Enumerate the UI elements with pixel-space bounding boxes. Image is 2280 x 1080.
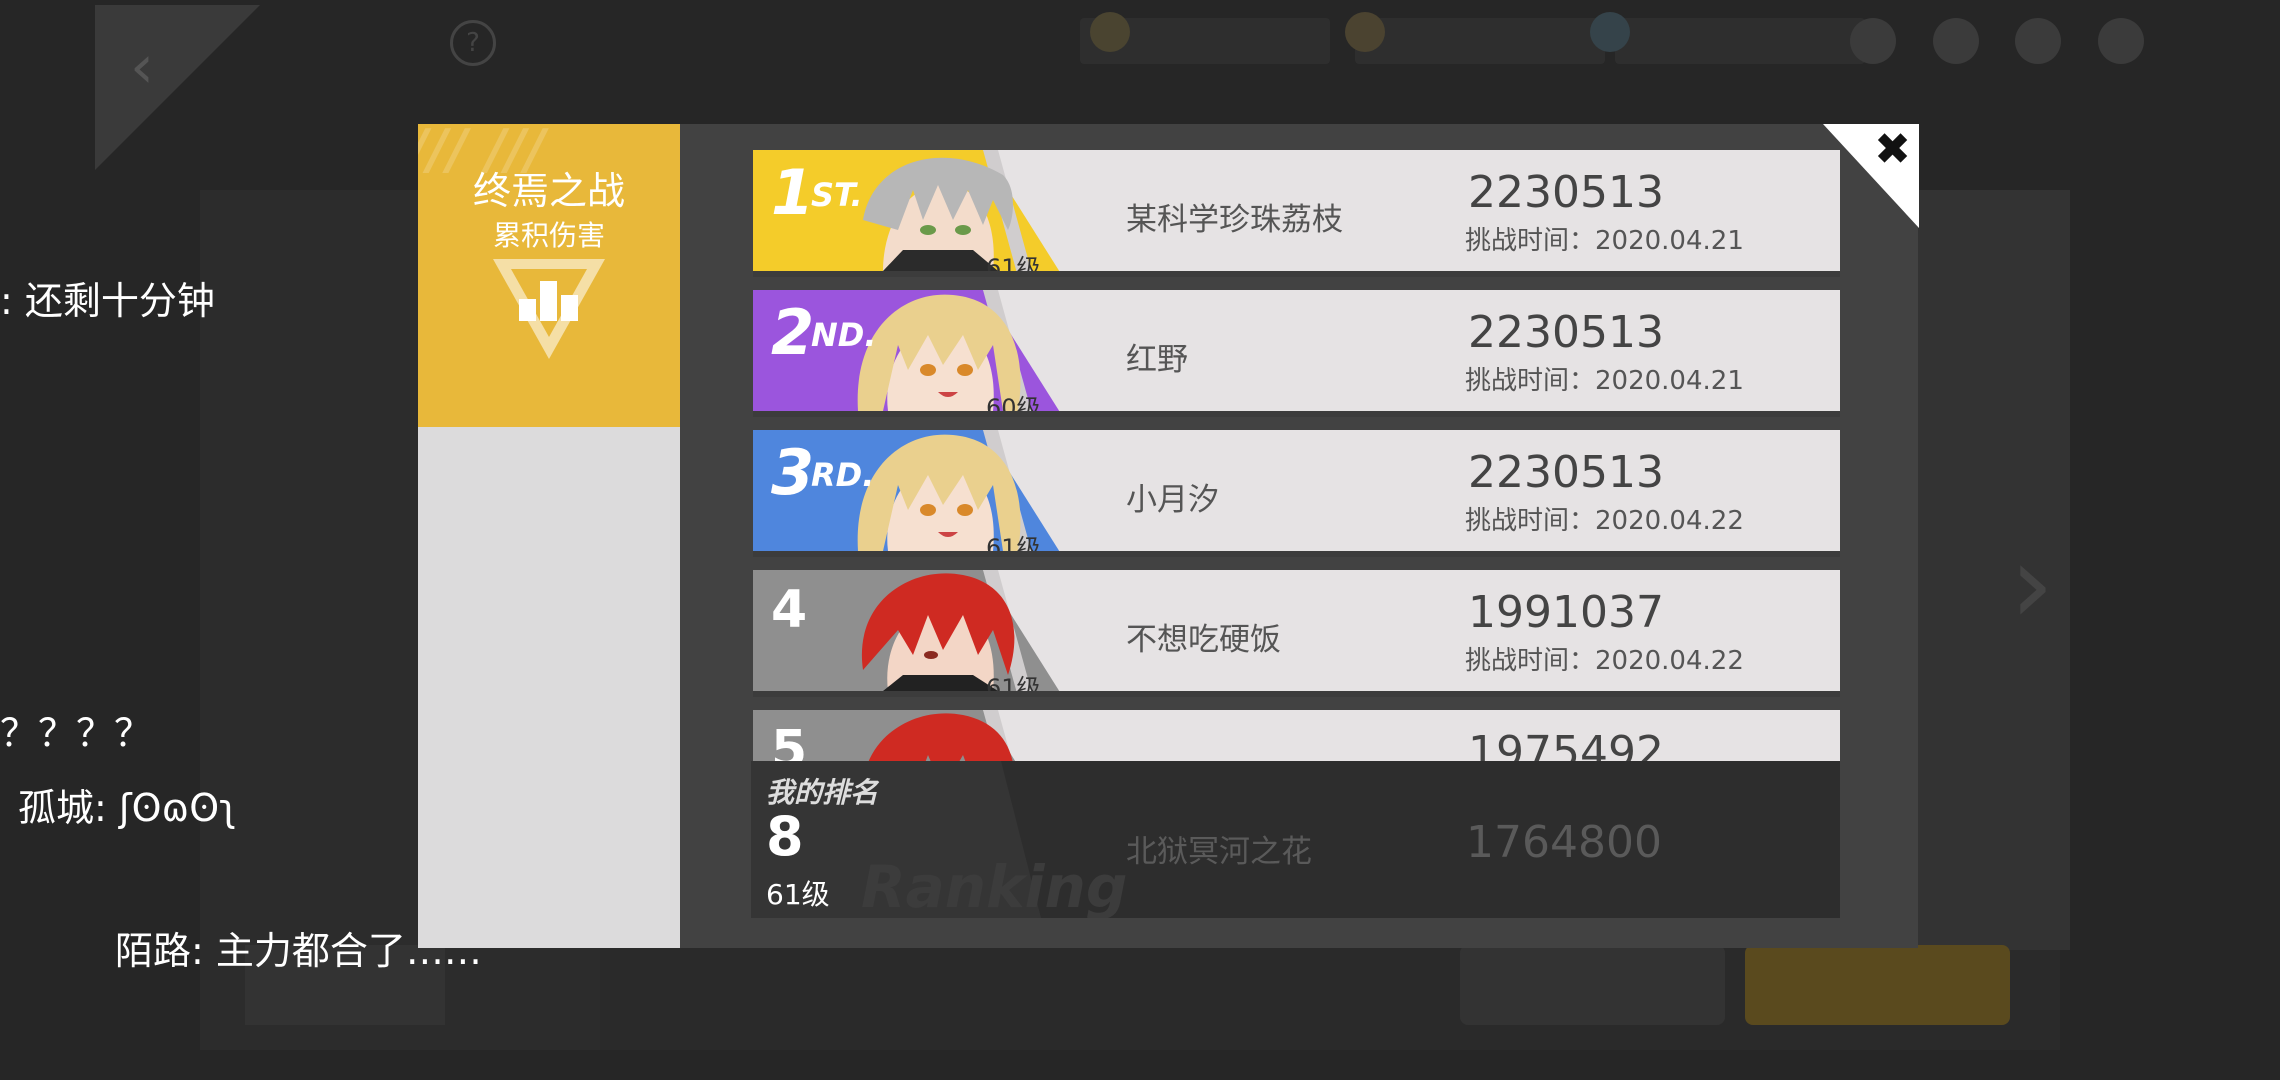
mode-subtitle: 累积伤害 [492,219,605,252]
ranking-list[interactable]: 1 ST. 61级 某科学珍珠荔枝 2230513 挑战时间：2020.04.2… [753,150,1840,773]
modal-sidebar: /// /// 终焉之战 累积伤害 [418,124,680,948]
menu-icon-2 [1933,18,1979,64]
player-name: 不想吃硬饭 [1126,622,1281,658]
ranking-row[interactable]: 2 ND. 60级 红野 2230513 挑战时间：2020.04.21 [753,290,1840,417]
back-button [95,5,260,170]
menu-icon-1 [1850,18,1896,64]
challenge-time: 挑战时间：2020.04.21 [1465,366,1744,396]
my-level: 61级 [766,878,830,911]
player-name: 小月汐 [1126,482,1219,518]
energy-icon [1345,12,1385,52]
ranking-row[interactable]: 3 RD. 61级 小月汐 2230513 挑战时间：2020.04.22 [753,430,1840,557]
rank-number: 4 [771,580,808,640]
damage-score: 1991037 [1468,587,1664,638]
ranking-row[interactable]: 1 ST. 61级 某科学珍珠荔枝 2230513 挑战时间：2020.04.2… [753,150,1840,277]
rank-suffix: ND. [811,316,877,354]
ranking-row[interactable]: 4 61级 不想吃硬饭 1991037 挑战时间：2020.04.22 [753,570,1840,697]
player-level: 60级 [986,394,1041,417]
chat-message: 孤城: ʃʘɷʘʅ [18,786,237,830]
background-button-secondary [1460,945,1725,1025]
my-ranking-bar: Ranking 我的排名 8 61级 北狱冥河之花 1764800 [751,761,1840,918]
gem-icon [1590,12,1630,52]
close-icon: ✖ [1874,124,1911,175]
mode-tab-active[interactable]: /// /// 终焉之战 累积伤害 [418,124,680,427]
my-player-name: 北狱冥河之花 [1126,834,1312,870]
chat-message: ？？？？ [0,711,153,755]
challenge-time: 挑战时间：2020.04.21 [1465,226,1744,256]
player-level: 61级 [986,254,1041,277]
resource-bar-3 [1615,18,1865,64]
back-arrow-icon: ‹ [130,32,154,102]
player-name: 某科学珍珠荔枝 [1126,202,1343,238]
damage-score: 2230513 [1468,167,1664,218]
rank-number: 3 [771,436,815,509]
player-level: 61级 [986,674,1041,697]
menu-icon-4 [2098,18,2144,64]
player-level: 61级 [986,534,1041,557]
chat-message: : 还剩十分钟 [0,279,215,323]
challenge-time: 挑战时间：2020.04.22 [1465,646,1744,676]
bar-chart-emblem-icon [493,259,605,359]
background-button-primary [1745,945,2010,1025]
my-damage-score: 1764800 [1466,817,1662,868]
my-rank-number: 8 [766,805,804,868]
rank-suffix: ST. [811,176,863,214]
ranking-watermark: Ranking [861,853,1128,918]
damage-score: 2230513 [1468,447,1664,498]
coin-icon [1090,12,1130,52]
rank-suffix: RD. [811,456,875,494]
help-icon: ? [450,20,496,66]
resource-bar-2 [1355,18,1605,64]
damage-score: 2230513 [1468,307,1664,358]
ranking-modal: /// /// 终焉之战 累积伤害 ✖ 1 ST. 61级 某科学珍珠荔枝 22… [418,124,1919,948]
player-name: 红野 [1126,342,1188,378]
mode-title: 终焉之战 [472,169,625,213]
rank-number: 2 [771,296,815,369]
challenge-time: 挑战时间：2020.04.22 [1465,506,1744,536]
rank-number: 1 [771,156,815,229]
next-arrow-icon: › [2010,520,2054,648]
menu-icon-3 [2015,18,2061,64]
